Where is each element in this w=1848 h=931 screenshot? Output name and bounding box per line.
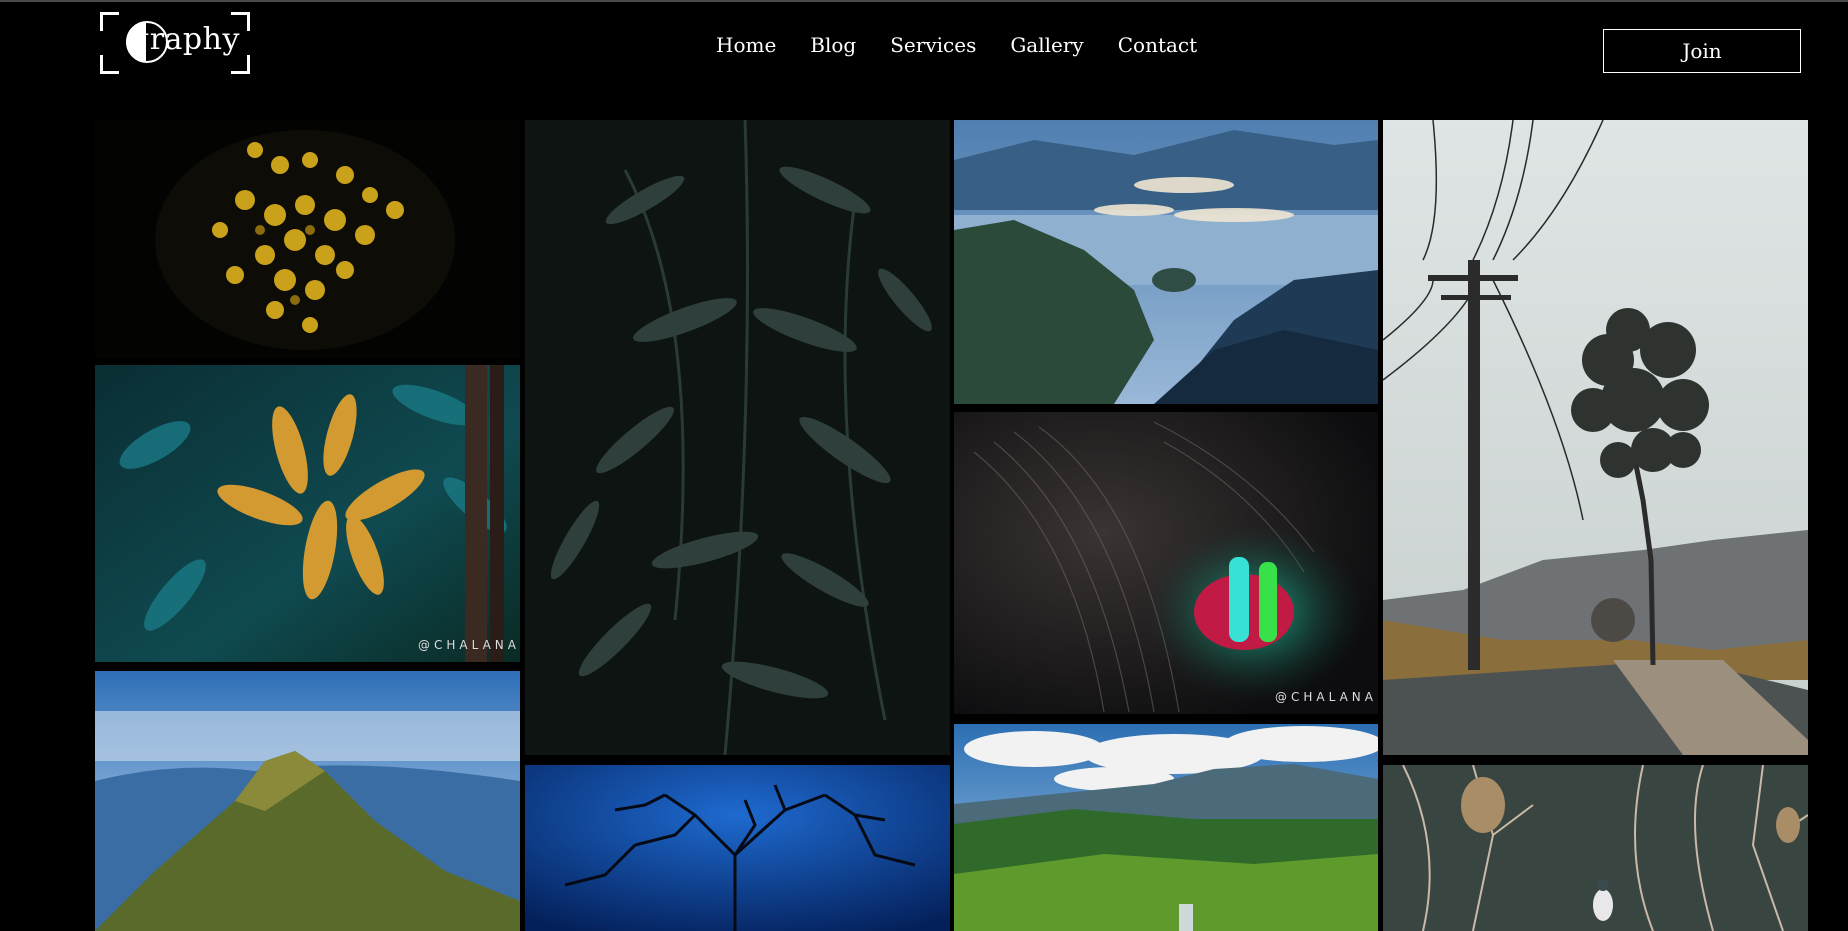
nav-gallery[interactable]: Gallery — [1010, 32, 1083, 58]
photo-watermark: @CHALANA — [418, 638, 520, 652]
logo-frame-corner — [100, 55, 119, 74]
logo-text: graphy — [130, 22, 240, 57]
gallery-photo-power-pole-tree[interactable] — [1383, 120, 1808, 755]
site-logo[interactable]: graphy — [100, 12, 250, 74]
gallery-photo-yellow-flowers[interactable] — [95, 120, 520, 358]
gallery-photo-golden-leaves[interactable]: @CHALANA — [95, 365, 520, 662]
gallery-photo-green-valley[interactable] — [954, 724, 1378, 931]
gallery-photo-lake-mountains[interactable] — [954, 120, 1378, 404]
gallery-photo-mountain-peak[interactable] — [95, 671, 520, 931]
top-border-line — [0, 0, 1848, 2]
nav-blog[interactable]: Blog — [810, 32, 856, 58]
gallery-photo-bare-tree-blue-sky[interactable] — [525, 765, 950, 931]
gallery-photo-dry-branches[interactable] — [1383, 765, 1808, 931]
nav-contact[interactable]: Contact — [1118, 32, 1197, 58]
nav-home[interactable]: Home — [716, 32, 776, 58]
gallery-photo-book-glow[interactable]: @CHALANA — [954, 412, 1378, 714]
nav-services[interactable]: Services — [890, 32, 976, 58]
photo-watermark: @CHALANA — [1275, 690, 1377, 704]
join-button[interactable]: Join — [1603, 29, 1801, 73]
gallery-photo-dark-ferns[interactable] — [525, 120, 950, 755]
logo-frame-corner — [100, 12, 119, 31]
main-nav: Home Blog Services Gallery Contact — [716, 32, 1197, 58]
